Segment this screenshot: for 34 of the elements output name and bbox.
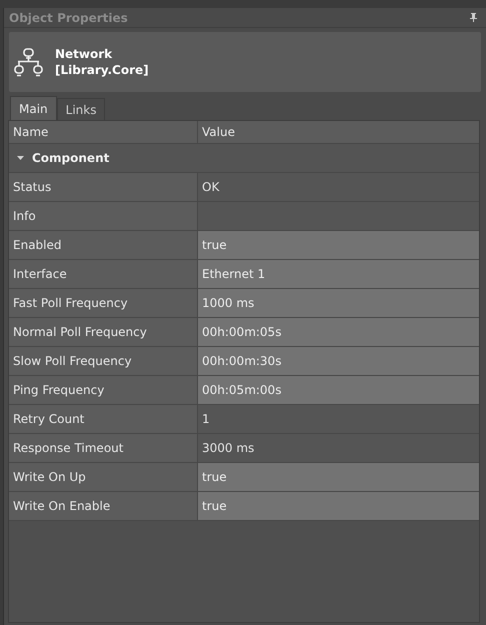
tab[interactable]: Links [56,98,106,120]
pin-icon[interactable] [470,13,477,22]
property-value[interactable]: true [198,231,479,259]
property-name: Status [9,173,198,201]
property-name: Response Timeout [9,434,198,462]
property-value[interactable]: true [198,492,479,520]
property-name: Interface [9,260,198,288]
property-value: 3000 ms [198,434,479,462]
property-name: Normal Poll Frequency [9,318,198,346]
object-library: [Library.Core] [55,62,149,78]
property-value[interactable]: 1000 ms [198,289,479,317]
panel-title: Object Properties [9,10,128,26]
property-value: 1 [198,405,479,433]
property-name: Info [9,202,198,230]
collapse-caret-icon[interactable] [17,156,24,160]
object-name: Network [55,46,114,62]
property-value[interactable]: 00h:05m:00s [198,376,479,404]
column-header: Name [9,121,198,143]
property-name: Enabled [9,231,198,259]
property-name: Ping Frequency [9,376,198,404]
network-icon [14,47,44,77]
property-value[interactable]: Ethernet 1 [198,260,479,288]
property-value: OK [198,173,479,201]
property-name: Fast Poll Frequency [9,289,198,317]
property-name: Write On Up [9,463,198,491]
column-header: Value [201,124,236,141]
property-value[interactable]: true [198,463,479,491]
property-value[interactable]: 00h:00m:30s [198,347,479,375]
property-name: Slow Poll Frequency [9,347,198,375]
tab[interactable]: Main [10,96,57,120]
group-label: Component [32,150,110,167]
property-value[interactable]: 00h:00m:05s [198,318,479,346]
property-name: Write On Enable [9,492,198,520]
property-name: Retry Count [9,405,198,433]
